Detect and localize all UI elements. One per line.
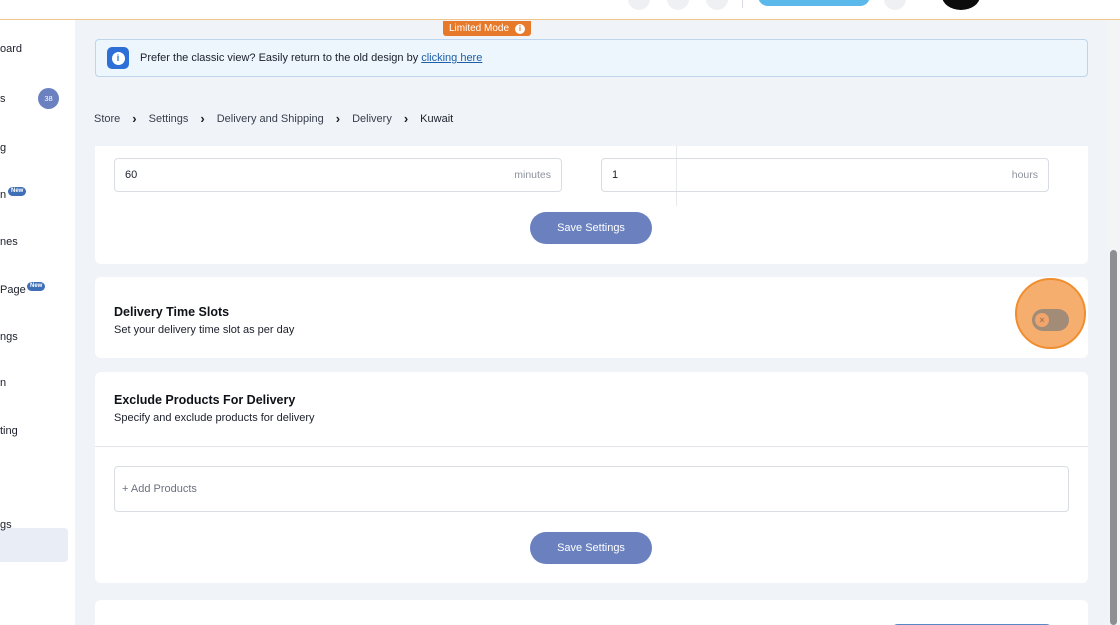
hours-value: 1 — [612, 169, 619, 181]
limited-mode-badge[interactable]: Limited Mode i — [443, 21, 532, 36]
breadcrumb-delivery-shipping[interactable]: Delivery and Shipping — [217, 113, 324, 125]
time-slots-subtitle: Set your delivery time slot as per day — [114, 324, 295, 336]
save-settings-button[interactable]: Save Settings — [530, 212, 652, 244]
sidebar-item-settings[interactable]: gs — [0, 519, 12, 531]
header-icon-button[interactable] — [628, 0, 650, 10]
sidebar-item-orders[interactable]: s — [0, 93, 6, 105]
header-divider — [742, 0, 743, 8]
info-icon: i — [515, 23, 526, 34]
sidebar: oard s 38 g n New nes Page New ngs n tin… — [0, 20, 75, 625]
minutes-input[interactable]: 60 minutes — [114, 158, 562, 192]
sidebar-item-label: n — [0, 189, 7, 201]
add-products-placeholder: + Add Products — [122, 483, 197, 495]
sidebar-item-7[interactable]: ngs — [0, 331, 18, 343]
next-settings-card — [95, 600, 1088, 625]
breadcrumb-delivery[interactable]: Delivery — [352, 113, 392, 125]
sidebar-item-label: g — [0, 142, 7, 154]
header-icon-button[interactable] — [884, 0, 906, 10]
preparation-time-card: 60 minutes 1 hours Save Settings — [95, 146, 1088, 264]
sidebar-active-highlight — [0, 528, 68, 562]
chevron-right-icon: › — [335, 111, 341, 126]
chevron-right-icon: › — [200, 111, 205, 126]
minutes-unit: minutes — [514, 169, 551, 181]
exclude-products-title: Exclude Products For Delivery — [114, 393, 296, 407]
sidebar-item-label: ngs — [0, 331, 18, 343]
sidebar-item-themes[interactable]: nes — [0, 236, 18, 248]
banner-text: Prefer the classic view? Easily return t… — [140, 52, 419, 64]
add-products-input[interactable]: + Add Products — [114, 466, 1069, 512]
sidebar-item-3[interactable]: g — [0, 142, 6, 154]
sidebar-item-label: gs — [0, 519, 12, 531]
new-badge: New — [27, 282, 46, 291]
sidebar-item-label: n — [0, 377, 7, 389]
sidebar-item-9[interactable]: ting — [0, 425, 18, 437]
chevron-right-icon: › — [403, 111, 409, 126]
avatar[interactable] — [942, 0, 980, 10]
classic-view-banner: i Prefer the classic view? Easily return… — [95, 39, 1088, 77]
breadcrumb: Store › Settings › Delivery and Shipping… — [94, 111, 453, 126]
breadcrumb-current: Kuwait — [420, 112, 454, 125]
sidebar-item-label: s — [0, 93, 6, 105]
time-slots-title: Delivery Time Slots — [114, 305, 230, 319]
new-badge: New — [8, 187, 27, 196]
scrollbar-thumb[interactable] — [1110, 250, 1117, 625]
sidebar-item-4[interactable]: n — [0, 189, 6, 201]
top-bar — [0, 0, 1120, 20]
sidebar-item-label: nes — [0, 236, 18, 248]
delivery-time-slots-card: Delivery Time Slots Set your delivery ti… — [95, 277, 1088, 358]
limited-mode-label: Limited Mode — [449, 23, 510, 34]
info-icon: i — [107, 47, 129, 69]
header-icon-button[interactable] — [706, 0, 728, 10]
hours-input[interactable]: 1 hours — [601, 158, 1049, 192]
sidebar-item-page[interactable]: Page — [0, 284, 26, 296]
hours-unit: hours — [1011, 169, 1038, 181]
sidebar-item-dashboard[interactable]: oard — [0, 43, 22, 55]
classic-view-link[interactable]: clicking here — [421, 52, 482, 64]
sidebar-item-label: Page — [0, 284, 26, 296]
close-icon: × — [1035, 313, 1049, 327]
minutes-value: 60 — [125, 169, 138, 181]
sidebar-item-label: ting — [0, 425, 18, 437]
chevron-right-icon: › — [132, 111, 137, 126]
count-badge: 38 — [38, 88, 59, 109]
time-slots-toggle[interactable]: × — [1032, 309, 1069, 331]
sidebar-item-label: oard — [0, 43, 23, 55]
info-icon-glyph: i — [111, 51, 125, 65]
header-icon-button[interactable] — [667, 0, 689, 10]
exclude-products-subtitle: Specify and exclude products for deliver… — [114, 412, 315, 424]
sidebar-item-8[interactable]: n — [0, 377, 6, 389]
divider — [95, 446, 1088, 447]
save-settings-button[interactable]: Save Settings — [530, 532, 652, 564]
header-primary-button[interactable] — [758, 0, 870, 6]
breadcrumb-settings[interactable]: Settings — [149, 113, 189, 125]
breadcrumb-store[interactable]: Store — [94, 113, 120, 125]
exclude-products-card: Exclude Products For Delivery Specify an… — [95, 372, 1088, 583]
